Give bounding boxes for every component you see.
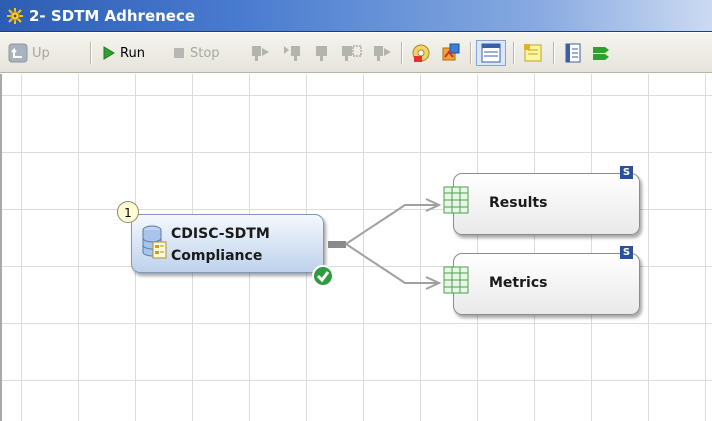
node-label-line2: Compliance — [171, 248, 263, 264]
metrics-label: Metrics — [489, 275, 548, 291]
database-report-icon — [142, 225, 167, 259]
cdisc-sdtm-compliance-node[interactable]: CDISC-SDTM Compliance — [131, 214, 334, 287]
results-label: Results — [489, 195, 548, 211]
connector-to-metrics[interactable] — [345, 243, 438, 284]
output-port-connector[interactable] — [328, 241, 346, 248]
table-icon — [443, 186, 469, 214]
success-check-icon — [312, 265, 334, 287]
connector-to-results[interactable] — [345, 204, 438, 245]
table-icon — [443, 266, 469, 294]
results-node[interactable]: Results S — [443, 166, 640, 235]
metrics-node[interactable]: Metrics S — [443, 246, 640, 315]
node-label-line1: CDISC-SDTM — [171, 226, 270, 242]
sequence-number-badge: 1 — [117, 201, 139, 223]
sas-badge: S — [620, 246, 633, 259]
sas-badge: S — [620, 166, 633, 179]
